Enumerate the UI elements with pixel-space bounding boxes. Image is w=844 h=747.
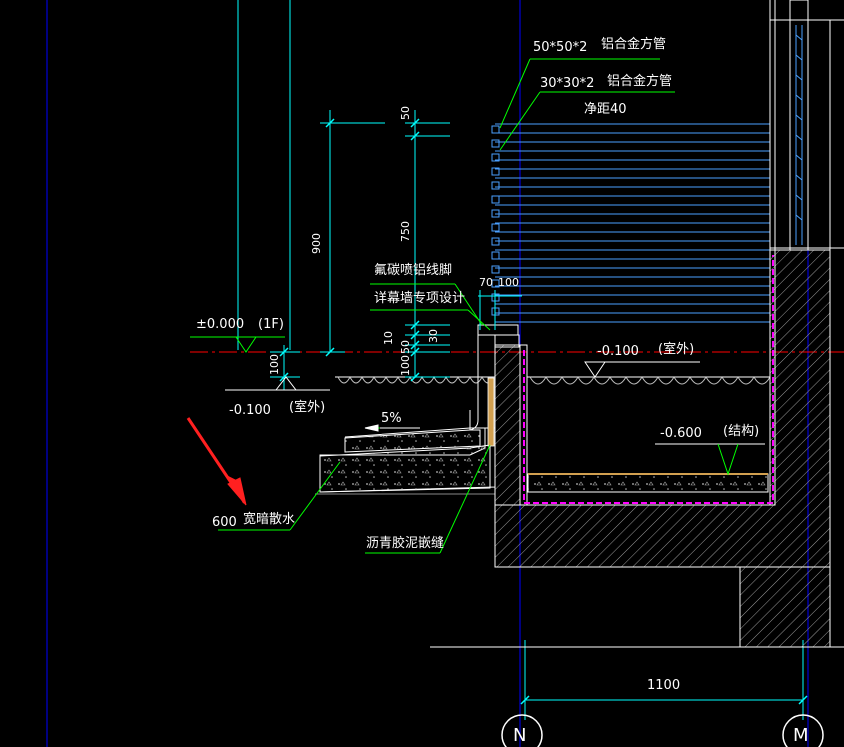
ground-soil-left [337, 375, 495, 384]
dimension-ticks [279, 118, 808, 705]
dim-100-top: 100 [498, 276, 519, 289]
level-marker-outdoor-right [584, 361, 700, 378]
joint-label: 沥青胶泥嵌缝 [366, 536, 445, 551]
dim-1100: 1100 [647, 678, 681, 693]
pit-structure [494, 249, 831, 648]
curtain-wall-mullion [795, 25, 803, 245]
axis-label-n: N [513, 725, 527, 746]
grid-lines [46, 0, 809, 747]
skirting-label: 氟碳喷铝线脚 [374, 263, 453, 278]
level-outdoor-right-note: (室外) [658, 342, 695, 357]
curtain-wall-label: 详幕墙专项设计 [374, 291, 466, 306]
dim-750: 750 [399, 221, 412, 242]
slope-label: 5% [381, 411, 402, 426]
tube-30-name: 铝合金方管 [607, 74, 673, 89]
level-0-value: ±0.000 [196, 317, 245, 332]
tube-50-size: 50*50*2 [533, 40, 588, 55]
dim-10: 10 [382, 331, 395, 345]
pit-floor-slab [527, 473, 769, 493]
dim-900: 900 [310, 233, 323, 254]
level-marker-structure [655, 443, 765, 476]
dimension-lines [270, 110, 803, 701]
level-outdoor-left-note: (室外) [289, 400, 326, 415]
dim-100-left: 100 [268, 354, 281, 375]
joint-strip [487, 377, 495, 447]
axis-label-m: M [793, 725, 809, 746]
apron-width-label: 600 [212, 515, 237, 530]
level-0-floor: (1F) [258, 317, 284, 332]
apron-slab [315, 427, 496, 495]
dim-50-top: 50 [399, 106, 412, 120]
level-marker-outdoor-left [225, 376, 330, 391]
level-outdoor-left-value: -0.100 [229, 403, 271, 418]
level-structure-note: (结构) [723, 424, 760, 439]
level-outdoor-right-value: -0.100 [597, 344, 639, 359]
ground-soil-right [529, 375, 771, 385]
tube-30-size: 30*30*2 [540, 76, 595, 91]
dim-30: 30 [427, 329, 440, 343]
clear-gap-label: 净距40 [584, 102, 627, 117]
apron-name-label: 宽暗散水 [243, 512, 296, 527]
apron-edge [469, 378, 479, 431]
level-structure-value: -0.600 [660, 426, 702, 441]
axis-bubbles [501, 714, 824, 747]
tube-50-name: 铝合金方管 [601, 37, 667, 52]
cad-drawing-canvas [46, 0, 844, 747]
louver-panel [495, 123, 770, 323]
dim-100-lower: 100 [399, 355, 412, 376]
curtain-wall-upper [769, 0, 844, 251]
pointer-arrow [186, 417, 247, 506]
dim-70: 70 [479, 276, 493, 289]
dim-50-lower: 50 [399, 340, 412, 354]
